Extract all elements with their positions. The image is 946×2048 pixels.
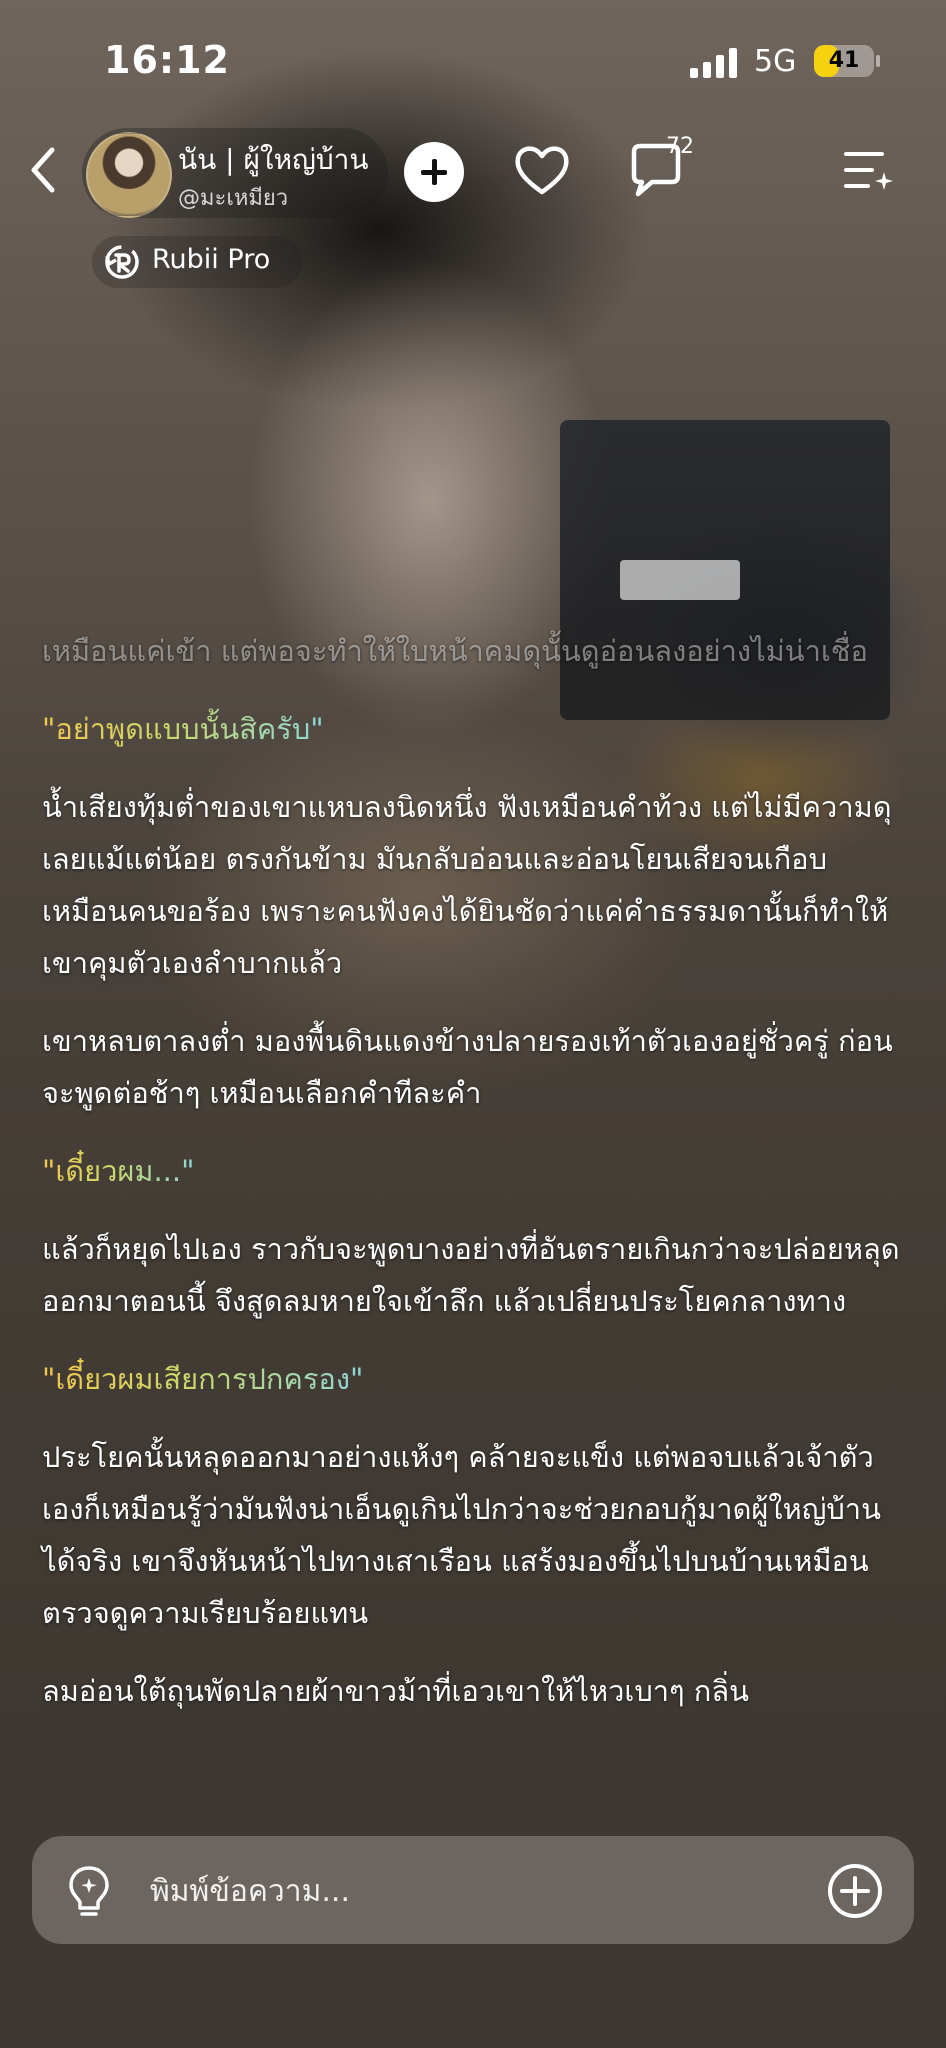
menu-button[interactable]: [842, 146, 894, 196]
status-bar: 16:12 5G 41: [0, 0, 946, 110]
creator-handle[interactable]: @มะเหมียว: [178, 180, 288, 215]
message-input[interactable]: [148, 1862, 792, 1920]
plus-circle-icon: [828, 1864, 882, 1918]
story-dialogue: "เดี๋ยวผม...": [42, 1145, 908, 1197]
dialogue-text: "เดี๋ยวผม...": [42, 1145, 194, 1197]
background-drawer-handle: [620, 560, 740, 600]
dialogue-text: "เดี๋ยวผมเสียการปกครอง": [42, 1353, 363, 1405]
suggestion-button[interactable]: [64, 1864, 114, 1918]
cellular-signal-icon: [690, 48, 738, 78]
like-button[interactable]: [510, 140, 574, 200]
avatar[interactable]: [86, 132, 172, 218]
story-paragraph: เหมือนแค่เข้า แต่พอจะทำให้ใบหน้าคมดุนั้น…: [42, 634, 868, 668]
battery-icon: 41: [814, 45, 880, 77]
menu-sparkle-icon: [844, 152, 893, 190]
story-paragraph: แล้วก็หยุดไปเอง ราวกับจะพูดบางอย่างที่อั…: [42, 1232, 900, 1318]
story-dialogue: "เดี๋ยวผมเสียการปกครอง": [42, 1353, 908, 1405]
chat-message-area[interactable]: เหมือนแค่เข้า แต่พอจะทำให้ใบหน้าคมดุนั้น…: [42, 625, 908, 1743]
story-paragraph: เขาหลบตาลงต่ำ มองพื้นดินแดงข้างปลายรองเท…: [42, 1024, 893, 1110]
character-name[interactable]: นัน | ผู้ใหญ่บ้าน: [178, 138, 369, 182]
story-paragraph: ลมอ่อนใต้ถุนพัดปลายผ้าขาวม้าที่เอวเขาให้…: [42, 1674, 749, 1708]
back-icon: [31, 147, 55, 193]
back-button[interactable]: [24, 140, 64, 200]
network-type: 5G: [754, 44, 797, 79]
heart-icon: [515, 146, 569, 195]
rubii-pro-icon: [102, 242, 142, 282]
status-time: 16:12: [104, 38, 230, 82]
dialogue-text: "อย่าพูดแบบนั้นสิครับ": [42, 703, 324, 755]
story-paragraph: น้ำเสียงทุ้มต่ำของเขาแหบลงนิดหนึ่ง ฟังเห…: [42, 790, 892, 980]
story-paragraph: ประโยคนั้นหลุดออกมาอย่างแห้งๆ คล้ายจะแข็…: [42, 1440, 881, 1630]
lightbulb-icon: [69, 1866, 109, 1916]
battery-percent: 41: [828, 48, 860, 73]
add-attachment-button[interactable]: [826, 1862, 884, 1920]
rubii-pro-label[interactable]: Rubii Pro: [152, 244, 270, 275]
comment-count: 72: [666, 134, 694, 159]
story-dialogue: "อย่าพูดแบบนั้นสิครับ": [42, 703, 908, 755]
follow-button[interactable]: [404, 142, 464, 202]
